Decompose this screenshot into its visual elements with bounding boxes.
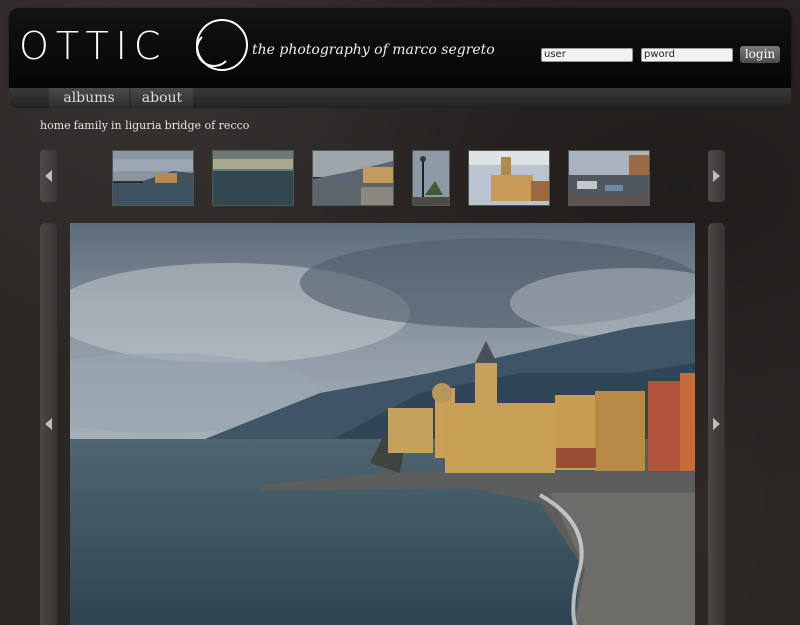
thumbnail-lamp-post-palm[interactable] <box>412 150 450 206</box>
breadcrumb: home family in liguria bridge of recco <box>40 119 252 132</box>
logo-ring-icon <box>196 19 248 71</box>
site-tagline: the photography of marco segreto <box>252 42 495 58</box>
chevron-left-icon <box>45 170 52 182</box>
thumbnail-harbor-boats[interactable] <box>568 150 650 206</box>
thumbs-prev-button[interactable] <box>40 150 57 202</box>
photo-next-button[interactable] <box>708 223 725 625</box>
thumbnail-stormy-sea-view[interactable] <box>212 150 294 206</box>
breadcrumb-current: bridge of recco <box>164 119 250 132</box>
thumbs-next-button[interactable] <box>708 150 725 202</box>
main-photo <box>70 223 695 625</box>
thumbnail-camogli-harbor-view[interactable] <box>112 150 194 206</box>
breadcrumb-home[interactable]: home <box>40 119 71 132</box>
nav-tab-albums[interactable]: albums <box>49 88 129 108</box>
login-button[interactable]: login <box>740 46 780 63</box>
nav-tab-about[interactable]: about <box>131 88 193 108</box>
breadcrumb-family[interactable]: family <box>74 119 108 132</box>
username-input[interactable]: user <box>541 48 633 62</box>
site-logo[interactable]: OTTIC <box>19 24 167 68</box>
chevron-left-icon <box>45 418 52 430</box>
site-header: OTTIC the photography of marco segreto u… <box>9 8 791 88</box>
thumbnail-coastal-town-view[interactable] <box>312 150 394 206</box>
thumbnail-yellow-church[interactable] <box>468 150 550 206</box>
breadcrumb-liguria[interactable]: in liguria <box>111 119 162 132</box>
photo-prev-button[interactable] <box>40 223 57 625</box>
chevron-right-icon <box>713 418 720 430</box>
password-input[interactable]: pword <box>641 48 733 62</box>
chevron-right-icon <box>713 170 720 182</box>
